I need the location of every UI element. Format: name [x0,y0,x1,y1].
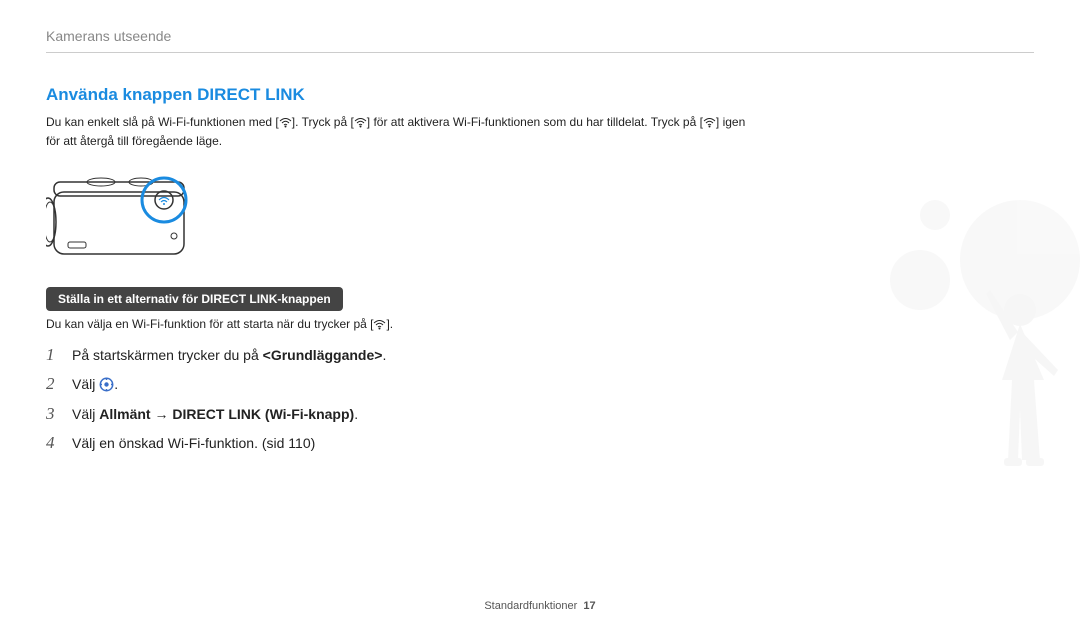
steps-list: 1 På startskärmen trycker du på <Grundlä… [46,345,746,453]
intro-text-3: ] för att aktivera Wi-Fi-funktionen som … [367,115,703,129]
step-text-part: . [382,347,386,363]
divider [46,52,1034,53]
footer: Standardfunktioner 17 [0,600,1080,612]
step-number: 4 [46,433,72,453]
step-number: 2 [46,374,72,394]
intro-text-1: Du kan enkelt slå på Wi-Fi-funktionen me… [46,115,279,129]
wifi-icon [373,319,386,330]
intro-text-2: ]. Tryck på [ [292,115,354,129]
step-text-part: Välj [72,406,99,422]
step-number: 3 [46,404,72,424]
sub-text-1: Du kan välja en Wi-Fi-funktion för att s… [46,317,373,331]
breadcrumb: Kamerans utseende [46,28,171,44]
sub-heading: Ställa in ett alternativ för DIRECT LINK… [46,287,343,311]
step-1: 1 På startskärmen trycker du på <Grundlä… [46,345,746,365]
step-number: 1 [46,345,72,365]
step-text-part: Välj en önskad Wi-Fi-funktion. (sid 110) [72,435,315,451]
page-number: 17 [583,600,595,612]
sub-paragraph: Du kan välja en Wi-Fi-funktion för att s… [46,317,746,331]
step-text: På startskärmen trycker du på <Grundlägg… [72,347,386,363]
settings-icon [99,377,114,395]
intro-paragraph: Du kan enkelt slå på Wi-Fi-funktionen me… [46,113,746,150]
wifi-icon [354,117,367,128]
step-text: Välj . [72,376,118,395]
step-text-part: . [114,376,118,392]
sub-text-2: ]. [386,317,393,331]
step-text-bold: Allmänt → DIRECT LINK (Wi-Fi-knapp) [99,406,354,422]
step-text-part: På startskärmen trycker du på [72,347,263,363]
step-text-part: Välj [72,376,99,392]
main-content: Använda knappen DIRECT LINK Du kan enkel… [46,85,746,462]
camera-illustration [46,164,746,269]
step-4: 4 Välj en önskad Wi-Fi-funktion. (sid 11… [46,433,746,453]
wifi-icon [703,117,716,128]
step-3: 3 Välj Allmänt → DIRECT LINK (Wi-Fi-knap… [46,404,746,424]
step-text: Välj Allmänt → DIRECT LINK (Wi-Fi-knapp)… [72,406,358,422]
section-title: Använda knappen DIRECT LINK [46,85,746,105]
wifi-icon [279,117,292,128]
step-text-bold: <Grundläggande> [263,347,383,363]
footer-label: Standardfunktioner [484,600,577,612]
step-text-part: . [354,406,358,422]
step-2: 2 Välj . [46,374,746,395]
step-text: Välj en önskad Wi-Fi-funktion. (sid 110) [72,435,315,451]
